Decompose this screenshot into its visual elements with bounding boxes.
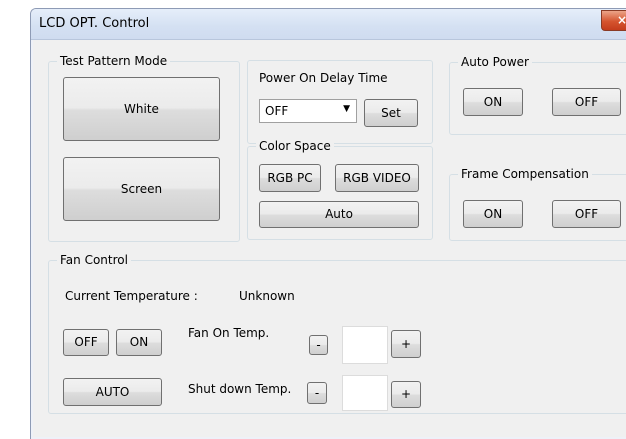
lcd-opt-control-window: LCD OPT. Control × Test Pattern Mode Whi… bbox=[30, 8, 626, 439]
title-bar[interactable]: LCD OPT. Control × bbox=[31, 9, 626, 40]
fan-on-temp-input[interactable] bbox=[342, 326, 388, 364]
close-button[interactable]: × bbox=[601, 10, 626, 31]
fan-control-legend: Fan Control bbox=[57, 253, 131, 267]
current-temperature-value: Unknown bbox=[239, 289, 295, 303]
shutdown-temp-input[interactable] bbox=[342, 375, 388, 411]
fan-auto-button[interactable]: AUTO bbox=[63, 378, 162, 406]
test-pattern-legend: Test Pattern Mode bbox=[57, 54, 171, 68]
frame-comp-on-button[interactable]: ON bbox=[463, 200, 523, 228]
shutdown-temp-decrement-button[interactable]: - bbox=[307, 382, 327, 404]
rgb-pc-button[interactable]: RGB PC bbox=[259, 164, 321, 192]
window-title: LCD OPT. Control bbox=[39, 16, 150, 31]
frame-comp-off-button[interactable]: OFF bbox=[552, 200, 621, 228]
screen-button[interactable]: Screen bbox=[63, 157, 220, 221]
fan-off-button[interactable]: OFF bbox=[63, 329, 109, 356]
power-delay-label: Power On Delay Time bbox=[259, 71, 388, 85]
fan-on-temp-decrement-button[interactable]: - bbox=[309, 335, 328, 355]
power-delay-value: OFF bbox=[265, 104, 289, 118]
frame-comp-legend: Frame Compensation bbox=[458, 167, 592, 181]
fan-on-button[interactable]: ON bbox=[116, 329, 162, 356]
set-button[interactable]: Set bbox=[364, 99, 418, 127]
minus-icon: - bbox=[314, 386, 320, 400]
power-delay-select[interactable]: OFF ▼ bbox=[259, 99, 357, 123]
current-temperature-label: Current Temperature : bbox=[65, 289, 198, 303]
auto-power-legend: Auto Power bbox=[458, 55, 532, 69]
minus-icon: - bbox=[316, 338, 321, 352]
shutdown-temp-increment-button[interactable]: + bbox=[391, 381, 421, 408]
shutdown-temp-label: Shut down Temp. bbox=[188, 382, 292, 396]
rgb-video-button[interactable]: RGB VIDEO bbox=[335, 164, 419, 192]
plus-icon: + bbox=[400, 337, 412, 351]
white-button[interactable]: White bbox=[63, 77, 220, 141]
color-auto-button[interactable]: Auto bbox=[259, 201, 419, 228]
color-space-legend: Color Space bbox=[256, 139, 334, 153]
auto-power-off-button[interactable]: OFF bbox=[552, 88, 621, 116]
plus-icon: + bbox=[400, 387, 412, 401]
fan-on-temp-increment-button[interactable]: + bbox=[391, 330, 421, 358]
close-icon: × bbox=[617, 13, 626, 27]
dialog-client: Test Pattern Mode White Screen Power On … bbox=[33, 40, 626, 437]
auto-power-on-button[interactable]: ON bbox=[463, 88, 523, 116]
fan-on-temp-label: Fan On Temp. bbox=[188, 326, 270, 340]
chevron-down-icon: ▼ bbox=[343, 104, 350, 114]
